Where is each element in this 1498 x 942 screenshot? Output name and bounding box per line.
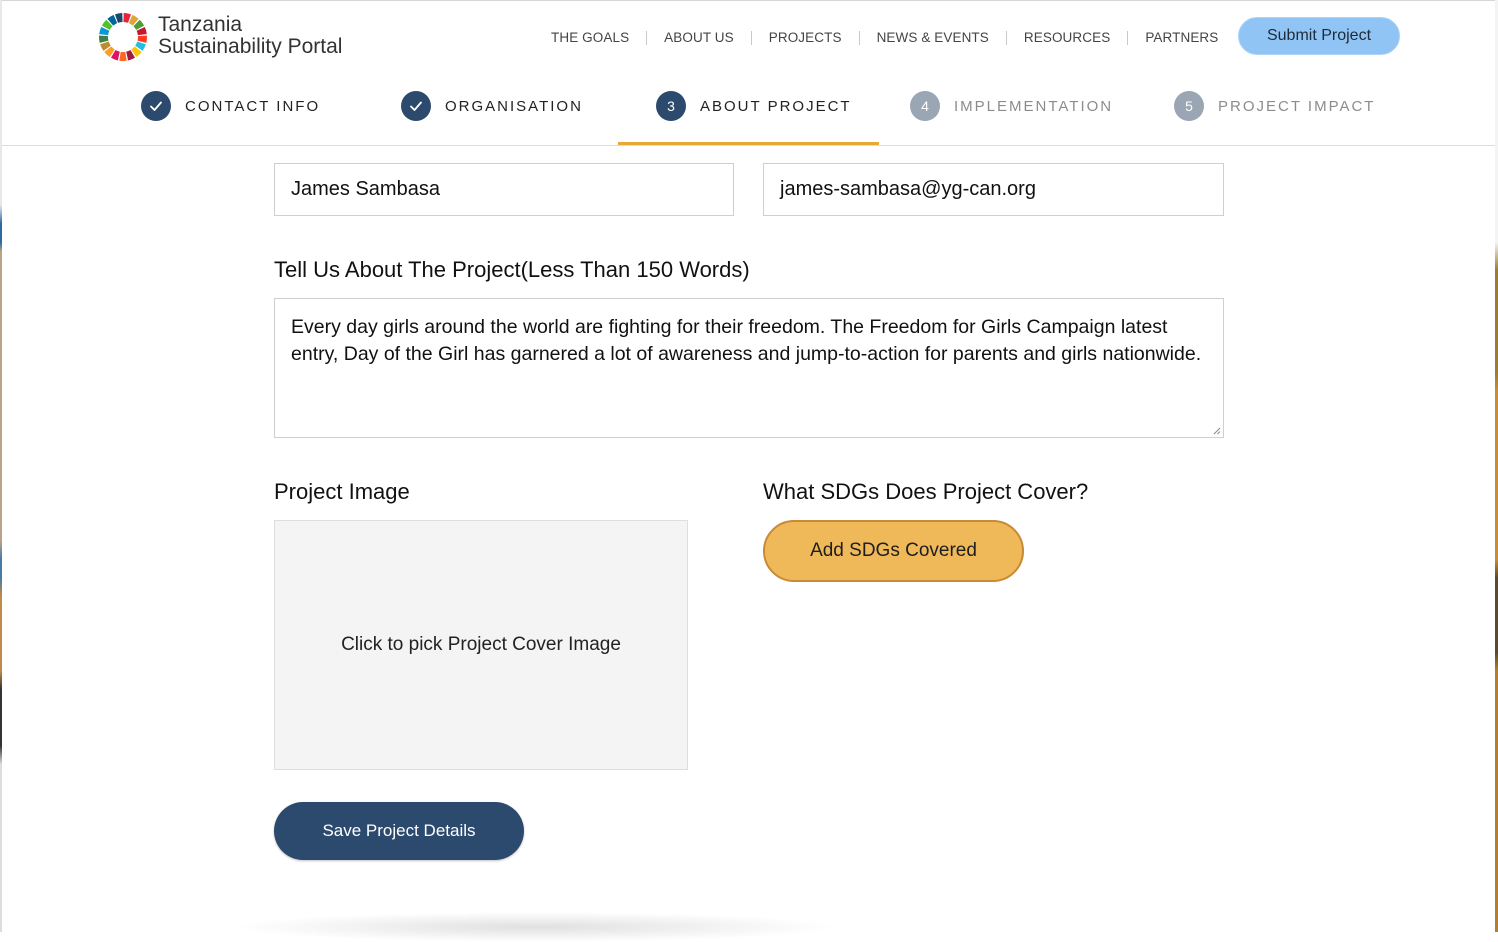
sdg-label: What SDGs Does Project Cover? [763, 479, 1089, 504]
nav-partners[interactable]: PARTNERS [1128, 30, 1235, 45]
main-nav: THE GOALS ABOUT US PROJECTS NEWS & EVENT… [534, 30, 1235, 45]
image-picker-text: Click to pick Project Cover Image [341, 634, 621, 655]
step-label: PROJECT IMPACT [1218, 97, 1376, 115]
step-label: ORGANISATION [445, 97, 583, 115]
bottom-shadow [230, 912, 840, 942]
step-contact-info[interactable]: CONTACT INFO [141, 91, 320, 121]
step-number: 3 [656, 91, 686, 121]
step-project-impact[interactable]: 5 PROJECT IMPACT [1174, 91, 1375, 121]
brand-line-2: Sustainability Portal [158, 35, 343, 58]
step-number: 4 [910, 91, 940, 121]
contact-name-field[interactable]: James Sambasa [274, 163, 734, 216]
step-number: 5 [1174, 91, 1204, 121]
form-stepper: CONTACT INFO ORGANISATION 3 ABOUT PROJEC… [2, 72, 1495, 146]
step-label: CONTACT INFO [185, 97, 321, 115]
contact-email-field[interactable]: james-sambasa@yg-can.org [763, 163, 1224, 216]
sdg-wheel-icon[interactable] [98, 12, 148, 62]
site-brand[interactable]: Tanzania Sustainability Portal [158, 14, 342, 58]
about-project-text: Every day girls around the world are fig… [291, 316, 1202, 365]
nav-about-us[interactable]: ABOUT US [647, 30, 751, 45]
nav-projects[interactable]: PROJECTS [752, 30, 859, 45]
sdg-wheel-segment [137, 35, 147, 43]
site-header: Tanzania Sustainability Portal THE GOALS… [2, 0, 1495, 73]
brand-line-1: Tanzania [158, 13, 243, 36]
step-label: IMPLEMENTATION [954, 97, 1114, 115]
about-project-label: Tell Us About The Project(Less Than 150 … [274, 257, 750, 282]
step-implementation[interactable]: 4 IMPLEMENTATION [910, 91, 1113, 121]
step-label: ABOUT PROJECT [700, 97, 852, 115]
sdg-wheel-segment [119, 51, 127, 61]
step-organisation[interactable]: ORGANISATION [401, 91, 583, 121]
project-image-label: Project Image [274, 479, 410, 504]
sdg-wheel-segment [99, 35, 109, 43]
active-step-indicator [618, 142, 879, 145]
nav-news-events[interactable]: NEWS & EVENTS [860, 30, 1006, 45]
project-image-picker[interactable]: Click to pick Project Cover Image [274, 520, 688, 770]
add-sdgs-button[interactable]: Add SDGs Covered [763, 520, 1024, 582]
nav-the-goals[interactable]: THE GOALS [534, 30, 646, 45]
save-project-details-button[interactable]: Save Project Details [274, 802, 524, 860]
check-icon [141, 91, 171, 121]
step-about-project[interactable]: 3 ABOUT PROJECT [656, 91, 852, 121]
resize-handle-icon[interactable] [1213, 427, 1221, 435]
check-icon [401, 91, 431, 121]
about-project-textarea[interactable]: Every day girls around the world are fig… [274, 298, 1224, 438]
nav-resources[interactable]: RESOURCES [1007, 30, 1127, 45]
submit-project-button[interactable]: Submit Project [1238, 17, 1400, 55]
